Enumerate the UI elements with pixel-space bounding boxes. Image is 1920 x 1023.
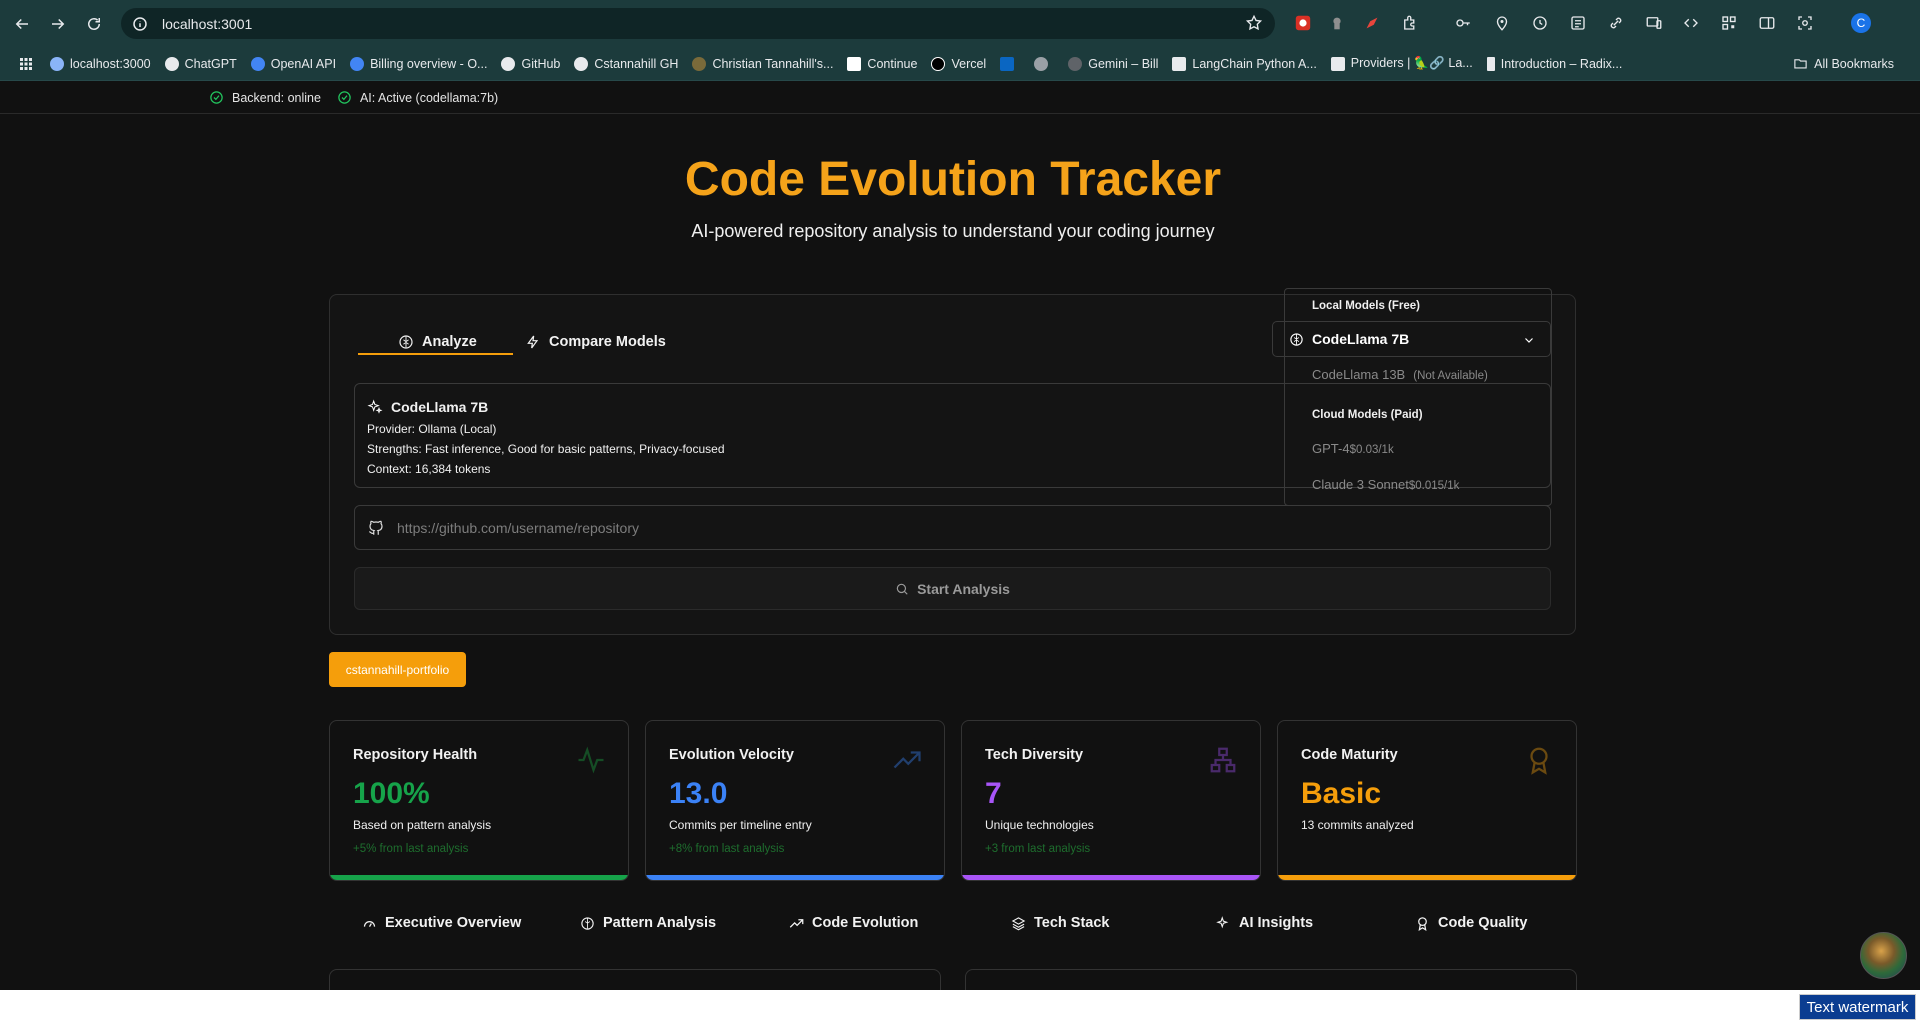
bookmark-item[interactable]: Gemini – Bill [1068, 56, 1158, 71]
profile-avatar[interactable]: C [1851, 13, 1871, 33]
metric-card-evolution-velocity: Evolution Velocity 13.0 Commits per time… [645, 720, 945, 881]
option-gpt-4[interactable]: GPT-4$0.03/1k [1312, 441, 1394, 456]
activity-icon [578, 746, 604, 774]
model-strengths: Strengths: Fast inference, Good for basi… [367, 442, 725, 456]
brain-icon [581, 916, 594, 930]
metric-card-tech-diversity: Tech Diversity 7 Unique technologies +3 … [961, 720, 1261, 881]
bookmark-item[interactable]: ChatGPT [164, 56, 237, 71]
screenshot-icon[interactable] [1795, 13, 1815, 33]
bookmark-item[interactable]: localhost:3000 [50, 56, 151, 71]
floating-avatar-button[interactable] [1860, 932, 1907, 979]
bookmark-item[interactable]: Introduction – Radix... [1486, 56, 1622, 71]
tab-analyze[interactable]: Analyze [398, 328, 477, 355]
award-icon [1530, 747, 1548, 775]
trending-up-icon [893, 751, 921, 769]
bookmark-item[interactable]: Christian Tannahill's... [692, 56, 833, 71]
devices-icon[interactable] [1644, 13, 1664, 33]
page-title: Code Evolution Tracker [684, 153, 1222, 206]
text-watermark: Text watermark [1799, 994, 1916, 1020]
sparkles-icon [1216, 915, 1229, 928]
repo-chip[interactable]: cstannahill-portfolio [329, 652, 466, 687]
browser-toolbar: localhost:3001 C [0, 0, 1920, 47]
status-bar: Backend: online AI: Active (codellama:7b… [0, 82, 1920, 114]
github-icon [369, 520, 383, 535]
check-circle-icon [338, 91, 351, 104]
forward-icon[interactable] [45, 11, 71, 37]
tab-pattern-analysis[interactable]: Pattern Analysis [580, 915, 716, 931]
bookmark-item[interactable]: LangChain Python A... [1172, 56, 1317, 71]
qr-code-icon[interactable] [1719, 13, 1739, 33]
history-icon[interactable] [1530, 13, 1550, 33]
tab-compare-models[interactable]: Compare Models [525, 328, 666, 355]
backend-status: Backend: online [209, 90, 321, 105]
sidebar-icon[interactable] [1757, 13, 1777, 33]
extension-grey-icon[interactable] [1327, 13, 1347, 33]
metric-accent-bar [962, 875, 1260, 880]
tab-executive-overview[interactable]: Executive Overview [362, 915, 521, 931]
address-bar[interactable]: localhost:3001 [121, 8, 1275, 39]
bookmark-item[interactable]: Cstannahill GH [574, 56, 678, 71]
metric-card-repository-health: Repository Health 100% Based on pattern … [329, 720, 629, 881]
start-analysis-button[interactable]: Start Analysis [354, 567, 1551, 610]
bookmarks-bar: localhost:3000 ChatGPT OpenAI API Billin… [0, 47, 1920, 81]
repo-url-field[interactable] [354, 505, 1551, 550]
extensions-puzzle-icon[interactable] [1400, 13, 1420, 33]
brain-icon [399, 334, 413, 349]
dropdown-group-cloud: Cloud Models (Paid) [1312, 409, 1423, 421]
bookmark-star-icon[interactable] [1245, 14, 1263, 32]
bookmark-item[interactable]: GitHub [501, 56, 560, 71]
option-claude-3-sonnet[interactable]: Claude 3 Sonnet$0.015/1k [1312, 477, 1459, 492]
apps-grid-icon[interactable] [16, 54, 36, 74]
bookmark-item[interactable]: OpenAI API [250, 56, 336, 71]
bookmark-linkedin-icon[interactable] [1000, 56, 1020, 71]
sparkles-icon [367, 399, 383, 414]
url-text[interactable]: localhost:3001 [162, 16, 252, 32]
search-icon [896, 583, 908, 595]
code-icon[interactable] [1681, 13, 1701, 33]
folder-icon [1794, 59, 1807, 69]
active-tab-indicator [358, 353, 513, 355]
model-provider: Provider: Ollama (Local) [367, 422, 497, 436]
model-info-title: CodeLlama 7B [367, 399, 488, 415]
bookmark-globe-icon[interactable] [1034, 56, 1054, 71]
all-bookmarks-button[interactable]: All Bookmarks [1793, 56, 1894, 71]
reload-icon[interactable] [81, 11, 107, 37]
metric-accent-bar [330, 875, 628, 880]
bookmark-item[interactable]: Continue [847, 56, 917, 71]
watermark-strip [0, 990, 1920, 1023]
page-root: localhost:3001 C localhost:3000 ChatGPT … [0, 0, 1920, 1023]
bookmark-item[interactable]: Vercel [931, 56, 986, 71]
gauge-icon [363, 920, 376, 927]
metric-accent-bar [1278, 875, 1576, 880]
tab-ai-insights[interactable]: AI Insights [1216, 915, 1313, 931]
layers-icon [1011, 916, 1026, 930]
dropdown-group-local: Local Models (Free) [1312, 300, 1420, 312]
repo-url-input[interactable] [397, 519, 1497, 536]
location-pin-icon[interactable] [1492, 13, 1512, 33]
reader-icon[interactable] [1568, 13, 1588, 33]
back-icon[interactable] [9, 11, 35, 37]
model-dropdown-menu [1284, 288, 1552, 506]
site-info-icon[interactable] [131, 15, 149, 33]
ai-status: AI: Active (codellama:7b) [337, 90, 498, 105]
option-codellama-13b[interactable]: CodeLlama 13B (Not Available) [1312, 367, 1488, 382]
tab-tech-stack[interactable]: Tech Stack [1011, 915, 1110, 931]
network-icon [1210, 747, 1236, 773]
tab-code-evolution[interactable]: Code Evolution [789, 915, 918, 931]
trending-up-icon [789, 918, 804, 928]
award-icon [1418, 916, 1427, 931]
page-subtitle: AI-powered repository analysis to unders… [691, 221, 1215, 241]
key-icon[interactable] [1453, 13, 1473, 33]
check-circle-icon [210, 91, 223, 104]
metric-card-code-maturity: Code Maturity Basic 13 commits analyzed [1277, 720, 1577, 881]
extension-rocket-icon[interactable] [1362, 13, 1382, 33]
bookmark-item[interactable]: Providers | 🦜🔗 La... [1330, 56, 1473, 71]
extension-red-icon[interactable] [1293, 13, 1313, 33]
bookmark-item[interactable]: Billing overview - O... [350, 56, 487, 71]
lightning-icon [527, 335, 539, 348]
model-context: Context: 16,384 tokens [367, 462, 491, 476]
tab-code-quality[interactable]: Code Quality [1415, 915, 1527, 931]
metric-accent-bar [646, 875, 944, 880]
link-icon[interactable] [1606, 13, 1626, 33]
